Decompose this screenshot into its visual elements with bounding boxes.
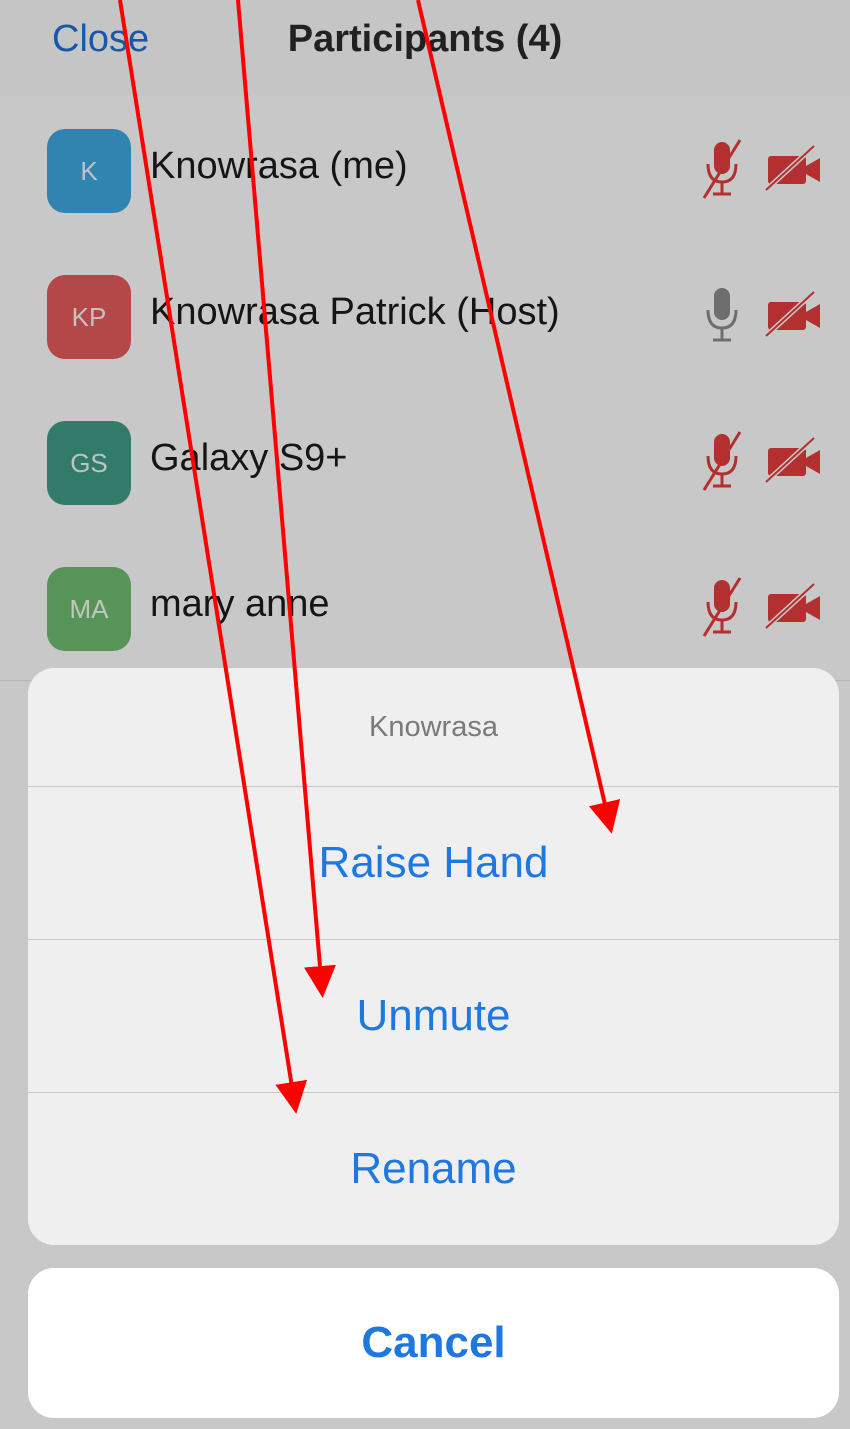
raise-hand-button[interactable]: Raise Hand [28,786,839,940]
rename-button[interactable]: Rename [28,1092,839,1245]
unmute-button[interactable]: Unmute [28,939,839,1093]
action-sheet-title: Knowrasa [28,668,839,787]
participants-screen: Close Participants (4) K Knowrasa (me) K… [0,0,850,1429]
action-sheet: Knowrasa Raise Hand Unmute Rename [28,668,839,1245]
cancel-button[interactable]: Cancel [28,1268,839,1418]
